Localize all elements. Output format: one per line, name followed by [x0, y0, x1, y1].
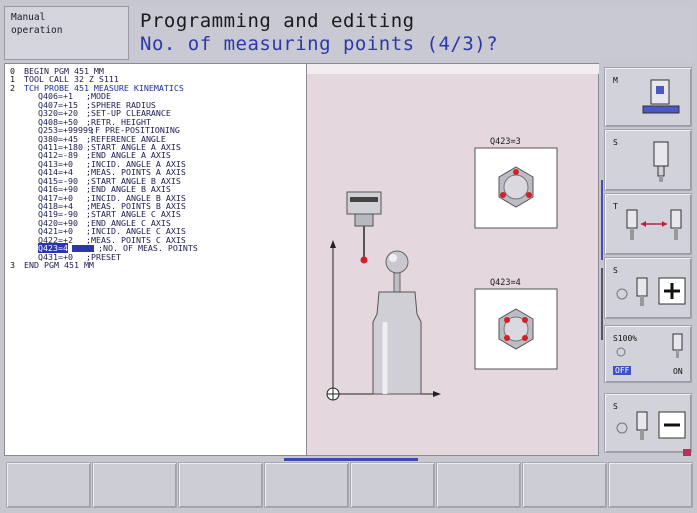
- softkey-t-letter: T: [613, 202, 618, 211]
- softkey-2[interactable]: [92, 462, 177, 508]
- softkey-4[interactable]: [264, 462, 349, 508]
- ball-holder: [372, 291, 422, 395]
- line-number: 2: [10, 82, 15, 93]
- page-title: Programming and editing: [140, 10, 415, 32]
- off-option[interactable]: OFF: [613, 366, 632, 375]
- q423-3-label: Q423=3: [490, 137, 521, 147]
- program-line[interactable]: 3 END PGM 451 MM: [10, 260, 301, 271]
- spindle-minus-icon: [616, 411, 686, 440]
- probe-body: [346, 191, 382, 215]
- operating-mode-box[interactable]: Manual operation: [4, 6, 129, 60]
- mode-label-line2: operation: [11, 25, 63, 36]
- title-area: Programming and editing No. of measuring…: [130, 6, 693, 60]
- tool-exchange-icon: [626, 209, 682, 240]
- softkey-m-letter: M: [613, 76, 618, 85]
- softkey-1[interactable]: [6, 462, 91, 508]
- softkey-mode-m[interactable]: M: [604, 67, 692, 127]
- probe-tip-ball: [360, 256, 368, 264]
- z-axis-arrow: [330, 240, 336, 248]
- softkey-spindle-override-minus[interactable]: S: [604, 393, 692, 453]
- measure-kinematics-illustration: [307, 64, 599, 401]
- spindle-plus-icon: [616, 277, 686, 306]
- graphic-top-band: [307, 64, 599, 74]
- on-option[interactable]: ON: [673, 367, 683, 376]
- program-listing[interactable]: 0 BEGIN PGM 451 MM 1 TOOL CALL 32 Z S111 2 TC…: [4, 63, 307, 456]
- calibration-ball: [385, 250, 409, 274]
- softkey-6[interactable]: [436, 462, 521, 508]
- softkey-7[interactable]: [522, 462, 607, 508]
- softkey-s-letter: S: [613, 138, 618, 147]
- dialog-prompt: No. of measuring points (4/3)?: [140, 33, 499, 55]
- softkey-tool-t[interactable]: T: [604, 193, 692, 255]
- softkey-3[interactable]: [178, 462, 263, 508]
- corner-marker: [683, 449, 691, 456]
- spindle-on-off-icon: [616, 333, 683, 358]
- horizontal-softkey-bar: [4, 459, 695, 511]
- side-scroll-accent: [601, 180, 603, 260]
- mode-label-line1: Manual: [11, 12, 46, 23]
- nc-block-text: END PGM 451 MM: [24, 260, 94, 271]
- machine-icon: [642, 79, 680, 114]
- softkey-spindle-s[interactable]: S: [604, 129, 692, 191]
- softkey-spindle-on-off[interactable]: S100% OFF ON: [604, 325, 692, 383]
- q423-4-label: Q423=4: [490, 278, 521, 288]
- tool-icon: [653, 141, 669, 182]
- x-axis-arrow: [433, 391, 441, 397]
- tnc-screen: Manual operation Programming and editing…: [0, 0, 697, 513]
- help-graphic: Q423=3 Q423=4: [307, 63, 599, 456]
- line-number: 3: [10, 260, 15, 271]
- softkey-spindle-override-plus[interactable]: S: [604, 257, 692, 319]
- softkey-8[interactable]: [608, 462, 693, 508]
- vertical-softkey-bar: M S T S S100% OFF ON S: [601, 63, 695, 456]
- side-scroll-accent-2: [601, 268, 603, 340]
- softkey-5[interactable]: [350, 462, 435, 508]
